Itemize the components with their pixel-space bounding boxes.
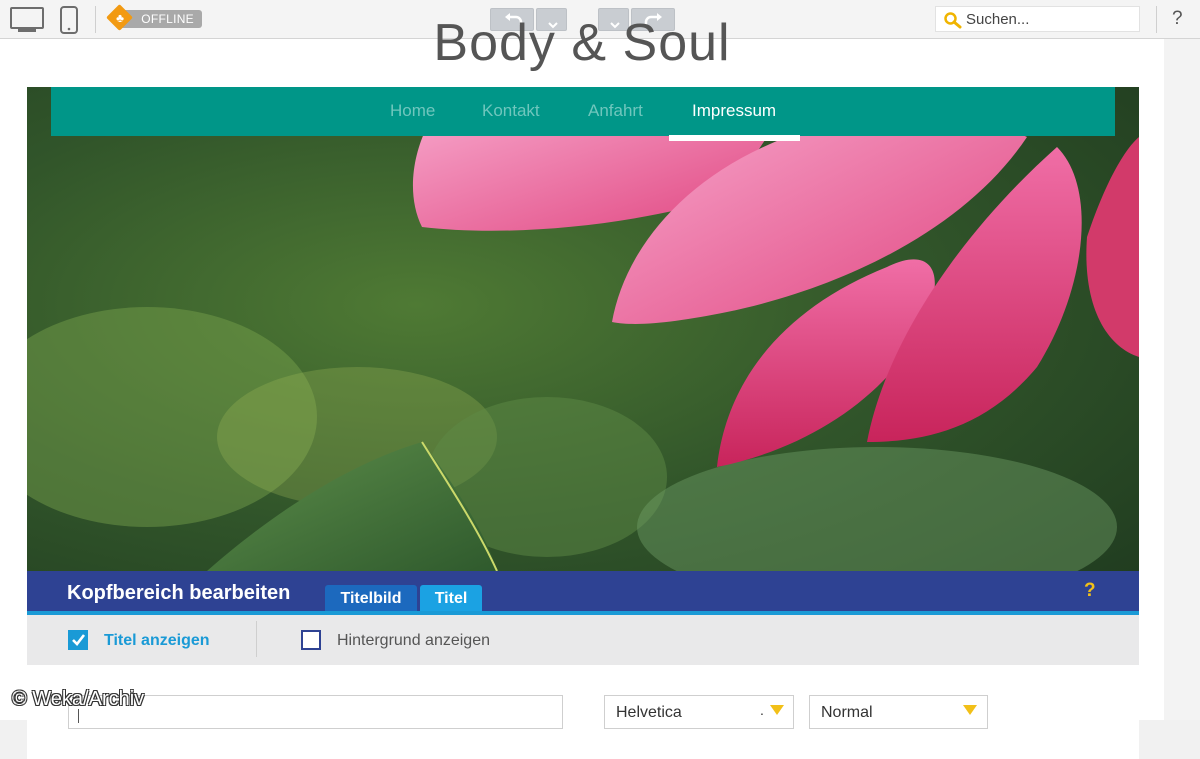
lotus-flower-image <box>27 87 1139 571</box>
nav-item-anfahrt[interactable]: Anfahrt <box>588 101 643 121</box>
title-settings: Helvetica . Normal <box>27 665 1139 759</box>
panel-title: Kopfbereich bearbeiten <box>67 582 291 604</box>
display-options: Titel anzeigen Hintergrund anzeigen <box>27 615 1139 665</box>
scrollbar-track[interactable] <box>1164 39 1200 720</box>
header-image[interactable] <box>27 87 1139 571</box>
help-button[interactable]: ? <box>1172 8 1183 30</box>
tab-titel[interactable]: Titel <box>420 585 482 611</box>
show-title-label[interactable]: Titel anzeigen <box>104 632 210 650</box>
select-dot: . <box>760 702 764 718</box>
checkmark-icon <box>72 634 86 646</box>
site-title[interactable]: Body & Soul <box>0 13 1164 73</box>
nav-item-impressum[interactable]: Impressum <box>692 101 776 121</box>
page-canvas: Body & Soul Home Kontakt Anfahrt Impress… <box>0 14 1164 759</box>
show-background-label[interactable]: Hintergrund anzeigen <box>337 632 490 650</box>
site-navigation: Home Kontakt Anfahrt Impressum <box>51 87 1115 136</box>
panel-help-button[interactable]: ? <box>1084 580 1096 602</box>
show-background-checkbox[interactable] <box>301 630 321 650</box>
header-editor-panel: Kopfbereich bearbeiten Titelbild Titel ? <box>27 571 1139 615</box>
text-cursor <box>78 709 79 723</box>
active-nav-indicator <box>669 135 800 141</box>
font-family-value: Helvetica <box>616 704 682 721</box>
show-title-checkbox[interactable] <box>68 630 88 650</box>
dropdown-arrow-icon <box>770 705 784 715</box>
copyright-watermark: © Weka/Archiv <box>12 688 145 710</box>
font-family-select[interactable]: Helvetica . <box>604 695 794 729</box>
dropdown-arrow-icon <box>963 705 977 715</box>
options-divider <box>256 621 257 657</box>
nav-item-kontakt[interactable]: Kontakt <box>482 101 540 121</box>
font-style-select[interactable]: Normal <box>809 695 988 729</box>
font-style-value: Normal <box>821 704 873 721</box>
nav-item-home[interactable]: Home <box>390 101 435 121</box>
tab-titelbild[interactable]: Titelbild <box>325 585 417 611</box>
